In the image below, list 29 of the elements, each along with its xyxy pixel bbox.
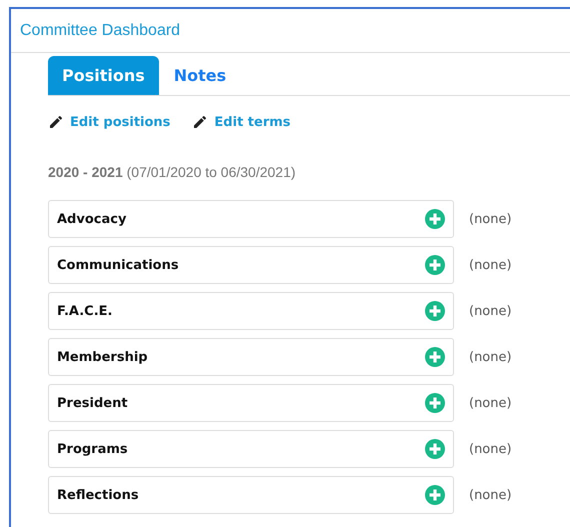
add-icon[interactable] <box>425 255 445 275</box>
pencil-icon[interactable] <box>192 114 208 130</box>
term-heading: 2020 - 2021 (07/01/2020 to 06/30/2021) <box>48 164 297 180</box>
add-icon[interactable] <box>425 393 445 413</box>
holder-text: (none) <box>469 442 512 456</box>
edit-link[interactable]: Edit positions <box>70 114 170 130</box>
holder-text: (none) <box>469 488 512 502</box>
position-name: President <box>57 396 128 410</box>
position-name: Advocacy <box>57 212 126 226</box>
add-icon[interactable] <box>425 301 445 321</box>
position-name: Membership <box>57 350 148 364</box>
add-icon[interactable] <box>425 485 445 505</box>
panel-title: Committee Dashboard <box>11 9 570 53</box>
edit-link[interactable]: Edit terms <box>214 114 291 130</box>
holder-text: (none) <box>469 304 512 318</box>
holder-text: (none) <box>469 212 512 226</box>
tab[interactable]: Positions <box>48 56 159 95</box>
position-name: Communications <box>57 258 179 272</box>
position-name: Programs <box>57 442 128 456</box>
add-icon[interactable] <box>425 347 445 367</box>
add-icon[interactable] <box>425 209 445 229</box>
holder-text: (none) <box>469 350 512 364</box>
tab[interactable]: Notes <box>162 56 238 95</box>
add-icon[interactable] <box>425 439 445 459</box>
position-name: Reflections <box>57 488 139 502</box>
holder-text: (none) <box>469 258 512 272</box>
position-name: F.A.C.E. <box>57 304 112 318</box>
holder-text: (none) <box>469 396 512 410</box>
pencil-icon[interactable] <box>48 114 64 130</box>
